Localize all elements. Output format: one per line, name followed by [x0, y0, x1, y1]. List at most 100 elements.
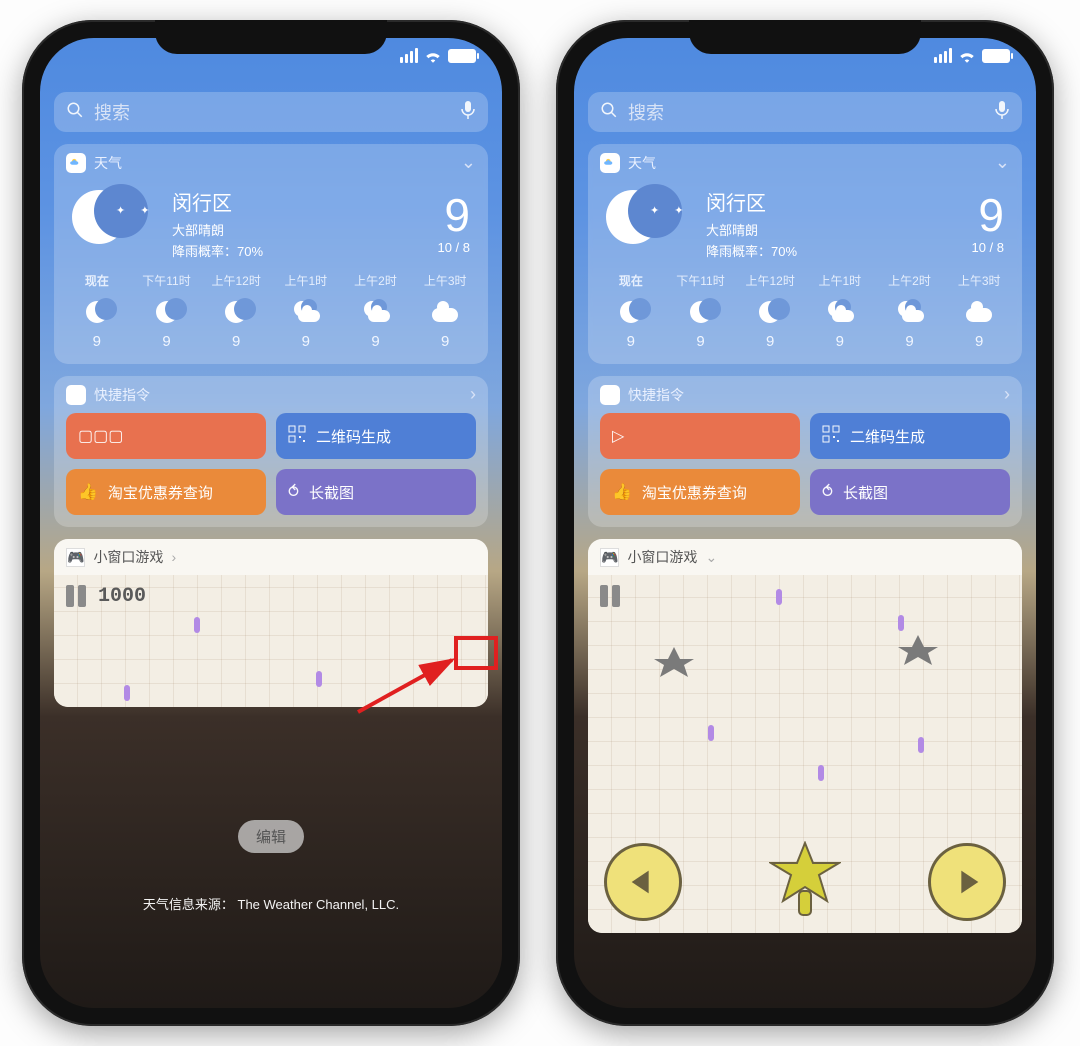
battery-icon	[448, 49, 476, 63]
shortcut-button[interactable]: 二维码生成	[810, 413, 1010, 459]
weather-rain: 降雨概率：70%	[706, 241, 797, 260]
mic-icon[interactable]	[460, 100, 476, 125]
shortcut-icon: ⥀	[822, 482, 833, 502]
shortcut-button[interactable]: 二维码生成	[276, 413, 476, 459]
weather-title: 天气	[94, 153, 122, 173]
search-bar[interactable]: 搜索	[588, 92, 1022, 132]
search-icon	[600, 101, 618, 124]
hour-temp: 9	[271, 333, 341, 350]
annotation-arrow	[352, 652, 462, 722]
shortcut-icon	[288, 425, 306, 448]
search-bar[interactable]: 搜索	[54, 92, 488, 132]
game-score: 1000	[98, 585, 146, 608]
hour-label: 现在	[596, 272, 666, 289]
hour-temp: 9	[201, 333, 271, 350]
chevron-down-icon[interactable]: ⌄	[995, 152, 1010, 173]
shortcut-icon: ▢▢▢	[78, 426, 123, 446]
shortcuts-grid: ▢▢▢ 二维码生成 👍 淘宝优惠券查询 ⥀ 长截图	[54, 413, 488, 527]
pause-icon[interactable]	[600, 585, 620, 607]
hour-label: 下午11时	[666, 272, 736, 289]
player-plane[interactable]	[769, 841, 841, 919]
pause-icon[interactable]	[66, 585, 86, 607]
shortcuts-widget[interactable]: 快捷指令 › ▢▢▢ 二维码生成 👍 淘宝优惠券查询 ⥀ 长截图	[54, 376, 488, 527]
wifi-icon	[958, 49, 976, 63]
shortcut-button[interactable]: ▷	[600, 413, 800, 459]
shortcut-button[interactable]: ▢▢▢	[66, 413, 266, 459]
shortcut-label: 长截图	[843, 482, 888, 503]
mic-icon[interactable]	[994, 100, 1010, 125]
hour-column: 上午2时 9	[875, 272, 945, 350]
search-placeholder: 搜索	[628, 99, 984, 125]
battery-icon	[982, 49, 1010, 63]
shortcut-label: 淘宝优惠券查询	[642, 482, 747, 503]
hour-weather-icon	[666, 299, 736, 325]
weather-app-icon	[600, 153, 620, 173]
hour-column: 上午12时 9	[201, 272, 271, 350]
shortcuts-app-icon	[600, 385, 620, 405]
shortcuts-title: 快捷指令	[628, 385, 684, 405]
game-left-button[interactable]	[604, 843, 682, 921]
hour-weather-icon	[944, 299, 1014, 325]
hour-label: 上午1时	[805, 272, 875, 289]
shortcut-icon: 👍	[612, 482, 632, 502]
hour-label: 上午2时	[341, 272, 411, 289]
shortcuts-app-icon	[66, 385, 86, 405]
game-right-button[interactable]	[928, 843, 1006, 921]
weather-summary: ✦ ✦ 闵行区 大部晴朗 降雨概率：70% 9 10 / 8	[54, 181, 488, 268]
hour-label: 上午2时	[875, 272, 945, 289]
hour-weather-icon	[410, 299, 480, 325]
game-canvas[interactable]	[588, 575, 1022, 933]
shortcuts-grid: ▷ 二维码生成 👍 淘宝优惠券查询 ⥀ 长截图	[588, 413, 1022, 527]
hour-weather-icon	[341, 299, 411, 325]
chevron-right-icon[interactable]: ›	[171, 549, 176, 565]
hour-temp: 9	[62, 333, 132, 350]
chevron-right-icon[interactable]: ›	[470, 384, 476, 405]
shortcut-button[interactable]: 👍 淘宝优惠券查询	[66, 469, 266, 515]
hour-temp: 9	[735, 333, 805, 350]
shortcut-icon	[822, 425, 840, 448]
game-widget-expanded[interactable]: 🎮 小窗口游戏 ⌄	[588, 539, 1022, 933]
hour-column: 上午3时 9	[944, 272, 1014, 350]
hour-column: 下午11时 9	[666, 272, 736, 350]
game-title: 小窗口游戏	[627, 547, 697, 567]
weather-header: 天气 ⌄	[54, 144, 488, 181]
chevron-down-icon[interactable]: ⌄	[461, 152, 476, 173]
shortcut-button[interactable]: 👍 淘宝优惠券查询	[600, 469, 800, 515]
shortcuts-title: 快捷指令	[94, 385, 150, 405]
shortcut-button[interactable]: ⥀ 长截图	[276, 469, 476, 515]
shortcut-button[interactable]: ⥀ 长截图	[810, 469, 1010, 515]
shortcut-label: 淘宝优惠券查询	[108, 482, 213, 503]
hour-label: 上午12时	[201, 272, 271, 289]
status-bar	[934, 48, 1010, 63]
weather-widget[interactable]: 天气 ⌄ ✦ ✦ 闵行区 大部晴朗 降雨概率：70% 9	[588, 144, 1022, 364]
chevron-down-icon[interactable]: ⌄	[705, 549, 717, 566]
weather-range: 10 / 8	[971, 240, 1004, 255]
weather-title: 天气	[628, 153, 656, 173]
weather-rain: 降雨概率：70%	[172, 241, 263, 260]
notch	[689, 20, 921, 54]
chevron-right-icon[interactable]: ›	[1004, 384, 1010, 405]
signal-icon	[934, 48, 952, 63]
hour-temp: 9	[132, 333, 202, 350]
weather-condition: 大部晴朗	[706, 220, 797, 239]
shortcuts-widget[interactable]: 快捷指令 › ▷ 二维码生成 👍 淘宝优惠券查询 ⥀ 长截图	[588, 376, 1022, 527]
weather-hourly[interactable]: 现在 9 下午11时 9 上午12时 9 上午1时 9 上午2时 9 上午3时 …	[54, 268, 488, 364]
weather-hourly[interactable]: 现在 9 下午11时 9 上午12时 9 上午1时 9 上午2时 9 上午3时 …	[588, 268, 1022, 364]
notch	[155, 20, 387, 54]
hour-label: 上午1时	[271, 272, 341, 289]
hour-weather-icon	[805, 299, 875, 325]
hour-temp: 9	[596, 333, 666, 350]
shortcuts-header: 快捷指令 ›	[54, 376, 488, 413]
hour-weather-icon	[132, 299, 202, 325]
hour-column: 上午1时 9	[805, 272, 875, 350]
hour-label: 上午3时	[944, 272, 1014, 289]
hour-label: 现在	[62, 272, 132, 289]
hour-weather-icon	[875, 299, 945, 325]
enemy-plane	[652, 645, 696, 685]
screen-right: 搜索 天气 ⌄ ✦ ✦	[574, 38, 1036, 1008]
game-header: 🎮 小窗口游戏 ⌄	[588, 539, 1022, 575]
hour-column: 上午12时 9	[735, 272, 805, 350]
weather-widget[interactable]: 天气 ⌄ ✦ ✦ 闵行区 大部晴朗 降雨概率：70% 9	[54, 144, 488, 364]
edit-button[interactable]: 编辑	[238, 820, 304, 853]
hour-temp: 9	[666, 333, 736, 350]
